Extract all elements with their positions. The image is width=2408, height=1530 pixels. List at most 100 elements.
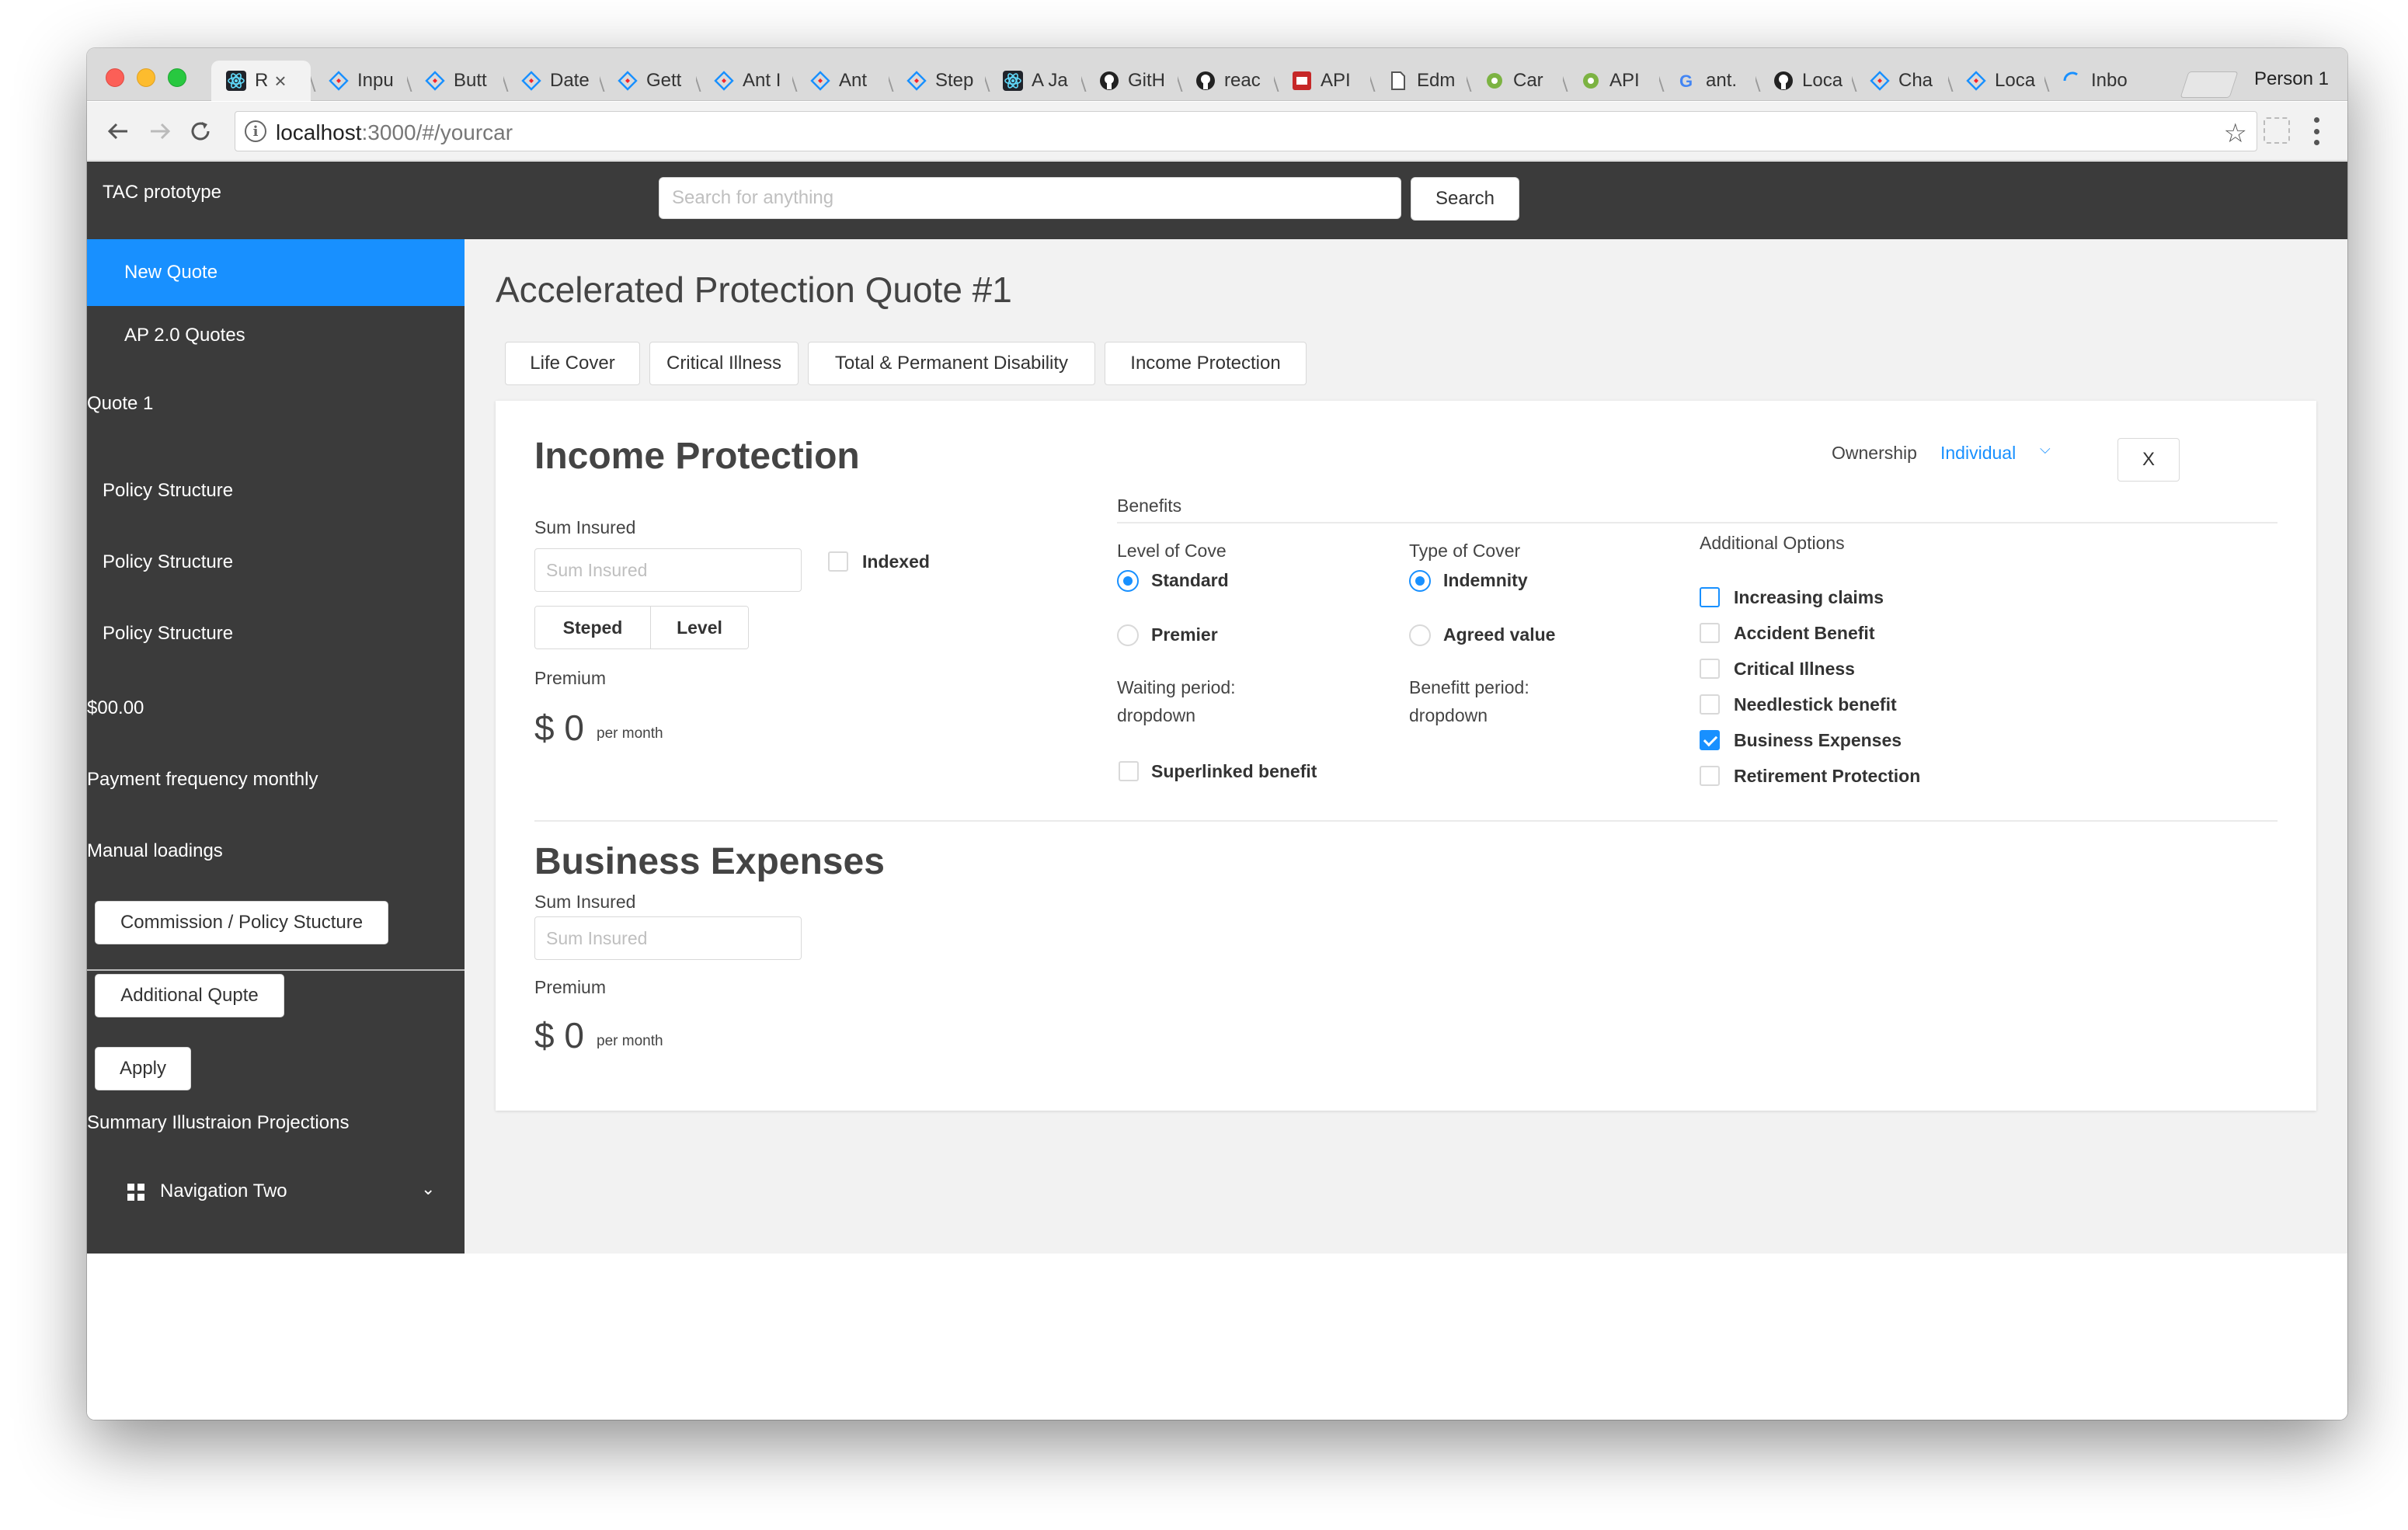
bookmark-star-icon[interactable]: ☆ [2224,118,2247,149]
extension-icon[interactable] [2264,117,2290,144]
agreed-value-radio[interactable] [1409,624,1431,646]
back-button[interactable] [103,116,134,147]
browser-tab[interactable]: Inpu [311,61,407,101]
sidebar-item-new-quote[interactable]: New Quote [87,239,465,306]
tab-life-cover[interactable]: Life Cover [505,342,640,385]
browser-tab[interactable]: R × [211,61,311,101]
level-option[interactable]: Level [650,607,748,649]
additional-quote-button[interactable]: Additional Qupte [95,974,284,1017]
business-sum-insured-input[interactable] [534,916,802,960]
tab-total-permanent-disability[interactable]: Total & Permanent Disability [808,342,1095,385]
gear-icon [1580,70,1602,92]
commission-policy-structure-button[interactable]: Commission / Policy Stucture [95,901,388,944]
app: TAC prototype Search New Quote AP 2.0 Qu… [87,162,2347,1420]
forward-button[interactable] [144,116,176,147]
ownership-select[interactable]: Individual [1940,443,2016,464]
tab-title: Gett [646,70,682,91]
browser-menu-button[interactable] [2309,114,2324,148]
browser-tab[interactable]: Inbo [2044,61,2141,101]
browser-tab[interactable]: GitH [1081,61,1178,101]
tab-income-protection[interactable]: Income Protection [1105,342,1307,385]
tab-close-icon[interactable]: × [274,69,286,93]
benefit-period-dropdown[interactable]: dropdown [1409,705,1488,726]
tab-strip: R × Inpu Butt Date Gett Ant I Ant Step A Ja GitH re… [87,48,2347,101]
business-expenses-checkbox[interactable] [1700,730,1720,750]
indexed-label: Indexed [862,551,930,572]
accident-benefit-checkbox[interactable] [1700,623,1720,643]
browser-tab[interactable]: Ant [792,61,889,101]
browser-tab[interactable]: Loca [1948,61,2044,101]
browser-tab[interactable]: Loca [1756,61,1852,101]
new-tab-button[interactable] [2180,71,2239,98]
agreed-value-label: Agreed value [1443,624,1556,645]
indemnity-radio[interactable] [1409,570,1431,592]
increasing-claims-label: Increasing claims [1734,587,1884,607]
retirement-protection-checkbox[interactable] [1700,766,1720,786]
browser-tab[interactable]: Gett [600,61,696,101]
premium-label: Premium [534,668,607,688]
steped-option[interactable]: Steped [535,607,650,649]
antd-icon [809,70,831,92]
maximize-window-button[interactable] [168,68,186,87]
business-expenses-heading: Business Expenses [534,841,885,882]
quote-card: Income Protection Ownership Individual ⌵… [496,401,2316,1111]
sum-insured-input[interactable] [534,548,802,592]
close-window-button[interactable] [106,68,124,87]
info-icon[interactable]: i [245,120,266,142]
minimize-window-button[interactable] [137,68,155,87]
antd-icon [617,70,639,92]
close-button[interactable]: X [2117,438,2180,482]
search-button[interactable]: Search [1411,177,1519,221]
github-icon [1098,70,1120,92]
sidebar-item-policy-structure-3[interactable]: Policy Structure [103,623,233,645]
browser-tab[interactable]: Edm [1370,61,1467,101]
waiting-period-label: Waiting period: [1117,677,1236,697]
tab-critical-illness[interactable]: Critical Illness [649,342,799,385]
browser-tab[interactable]: Car [1467,61,1563,101]
browser-tab[interactable]: reac [1178,61,1274,101]
standard-radio[interactable] [1117,570,1139,592]
browser-tab[interactable]: API [1563,61,1659,101]
browser-tab[interactable]: Gant. [1659,61,1756,101]
address-bar[interactable]: i localhost:3000/#/yourcar ☆ [235,111,2257,151]
premium-unit: per month [597,725,663,742]
sidebar-manual-loadings: Manual loadings [87,840,223,861]
needlestick-benefit-label: Needlestick benefit [1734,694,1897,715]
section-divider [534,820,2278,822]
indexed-checkbox[interactable] [828,551,848,572]
app-brand[interactable]: TAC prototype [103,182,221,203]
needlestick-benefit-checkbox[interactable] [1700,694,1720,715]
tab-title: Step [935,70,974,91]
tab-title: Edm [1417,70,1456,91]
profile-name[interactable]: Person 1 [2254,68,2329,90]
sidebar-item-navigation-two[interactable]: Navigation Two ⌄ [87,1171,465,1218]
reload-icon [191,122,210,141]
gear-icon [1484,70,1505,92]
apply-button[interactable]: Apply [95,1047,191,1090]
sidebar-summary-projections[interactable]: Summary Illustraion Projections [87,1112,349,1134]
reload-button[interactable] [185,116,216,147]
sum-insured-label: Sum Insured [534,517,636,537]
browser-tab[interactable]: A Ja [985,61,1081,101]
premier-radio[interactable] [1117,624,1139,646]
search-input[interactable] [659,177,1401,219]
critical-illness-checkbox[interactable] [1700,659,1720,679]
sidebar-item-policy-structure-1[interactable]: Policy Structure [103,480,233,502]
increasing-claims-checkbox[interactable] [1700,587,1720,607]
waiting-period-dropdown[interactable]: dropdown [1117,705,1195,726]
browser-tab[interactable]: Cha [1852,61,1948,101]
browser-tab[interactable]: Butt [407,61,503,101]
accident-benefit-label: Accident Benefit [1734,623,1875,643]
browser-tab[interactable]: Date [503,61,600,101]
chevron-down-icon[interactable]: ⌵ [2040,441,2051,457]
sidebar-item-ap-quotes[interactable]: AP 2.0 Quotes [124,325,245,346]
browser-tab[interactable]: API [1274,61,1370,101]
sidebar-item-policy-structure-2[interactable]: Policy Structure [103,551,233,573]
superlinked-checkbox[interactable] [1119,761,1139,781]
level-of-cover-label: Level of Cove [1117,541,1227,561]
premium-type-toggle: Steped Level [534,606,749,649]
browser-tab[interactable]: Step [889,61,985,101]
browser-tab[interactable]: Ant I [696,61,792,101]
loading-icon [2062,70,2083,92]
document-icon [1387,70,1409,92]
